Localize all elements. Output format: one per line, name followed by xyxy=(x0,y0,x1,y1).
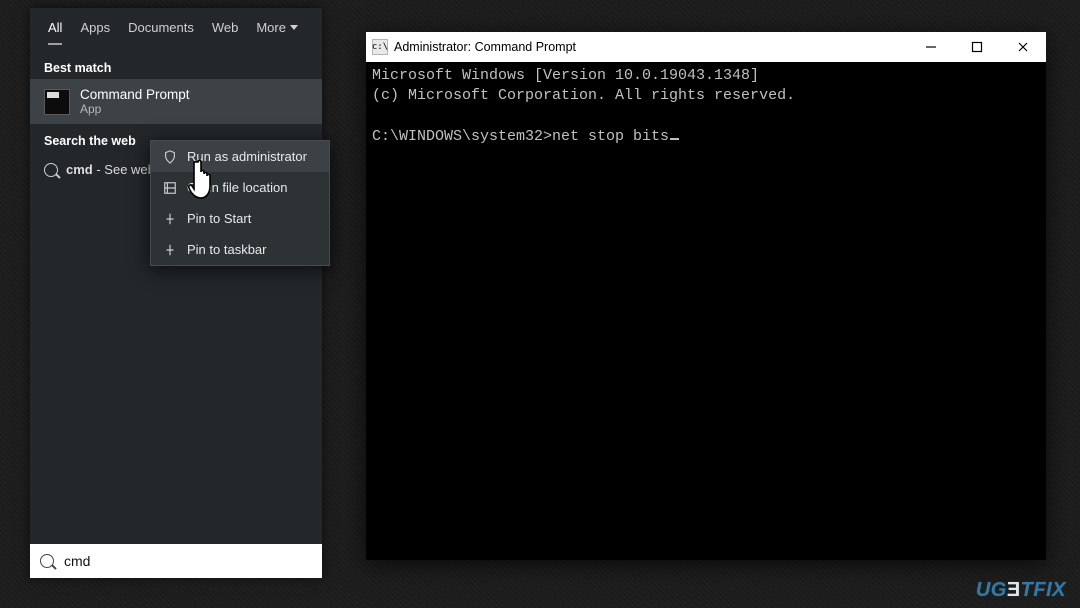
chevron-down-icon xyxy=(290,25,298,30)
ctx-label: Pin to Start xyxy=(187,211,251,226)
search-input-value: cmd xyxy=(64,553,90,569)
tab-more[interactable]: More xyxy=(256,20,298,43)
start-search-panel: All Apps Documents Web More Best match C… xyxy=(30,8,322,578)
cmd-line2: (c) Microsoft Corporation. All rights re… xyxy=(372,87,795,104)
tab-web[interactable]: Web xyxy=(212,20,239,43)
close-button[interactable] xyxy=(1000,32,1046,62)
best-match-heading: Best match xyxy=(30,51,322,79)
folder-icon xyxy=(163,181,177,195)
best-match-result[interactable]: Command Prompt App xyxy=(30,79,322,124)
ctx-pin-to-taskbar[interactable]: Pin to taskbar xyxy=(151,234,329,265)
context-menu: Run as administrator Open file location … xyxy=(150,140,330,266)
best-match-subtitle: App xyxy=(80,102,190,116)
cmd-app-icon: c:\ xyxy=(372,39,388,55)
best-match-title: Command Prompt xyxy=(80,87,190,102)
cmd-prompt: C:\WINDOWS\system32> xyxy=(372,128,552,145)
tab-all[interactable]: All xyxy=(48,20,62,45)
maximize-button[interactable] xyxy=(954,32,1000,62)
web-query: cmd xyxy=(66,162,93,177)
pin-icon xyxy=(163,212,177,226)
tab-more-label: More xyxy=(256,20,286,35)
ctx-run-as-administrator[interactable]: Run as administrator xyxy=(151,141,329,172)
terminal-output[interactable]: Microsoft Windows [Version 10.0.19043.13… xyxy=(366,62,1046,560)
taskbar-search-input[interactable]: cmd xyxy=(30,544,322,578)
search-icon xyxy=(44,163,58,177)
ctx-label: Pin to taskbar xyxy=(187,242,267,257)
watermark: UGƎTFIX xyxy=(976,580,1066,600)
command-prompt-icon xyxy=(44,89,70,115)
window-title: Administrator: Command Prompt xyxy=(394,40,576,54)
search-icon xyxy=(40,554,54,568)
search-tabs: All Apps Documents Web More xyxy=(30,8,322,51)
best-match-text: Command Prompt App xyxy=(80,87,190,116)
ctx-pin-to-start[interactable]: Pin to Start xyxy=(151,203,329,234)
tab-apps[interactable]: Apps xyxy=(80,20,110,43)
cmd-line1: Microsoft Windows [Version 10.0.19043.13… xyxy=(372,67,759,84)
window-titlebar[interactable]: c:\ Administrator: Command Prompt xyxy=(366,32,1046,62)
cmd-command: net stop bits xyxy=(552,128,669,145)
ctx-open-file-location[interactable]: Open file location xyxy=(151,172,329,203)
pin-icon xyxy=(163,243,177,257)
tab-documents[interactable]: Documents xyxy=(128,20,194,43)
window-controls xyxy=(908,32,1046,62)
cursor-caret xyxy=(670,138,679,140)
minimize-button[interactable] xyxy=(908,32,954,62)
shield-icon xyxy=(163,150,177,164)
cursor-pointer-icon xyxy=(184,156,224,202)
command-prompt-window: c:\ Administrator: Command Prompt Micros… xyxy=(366,32,1046,560)
